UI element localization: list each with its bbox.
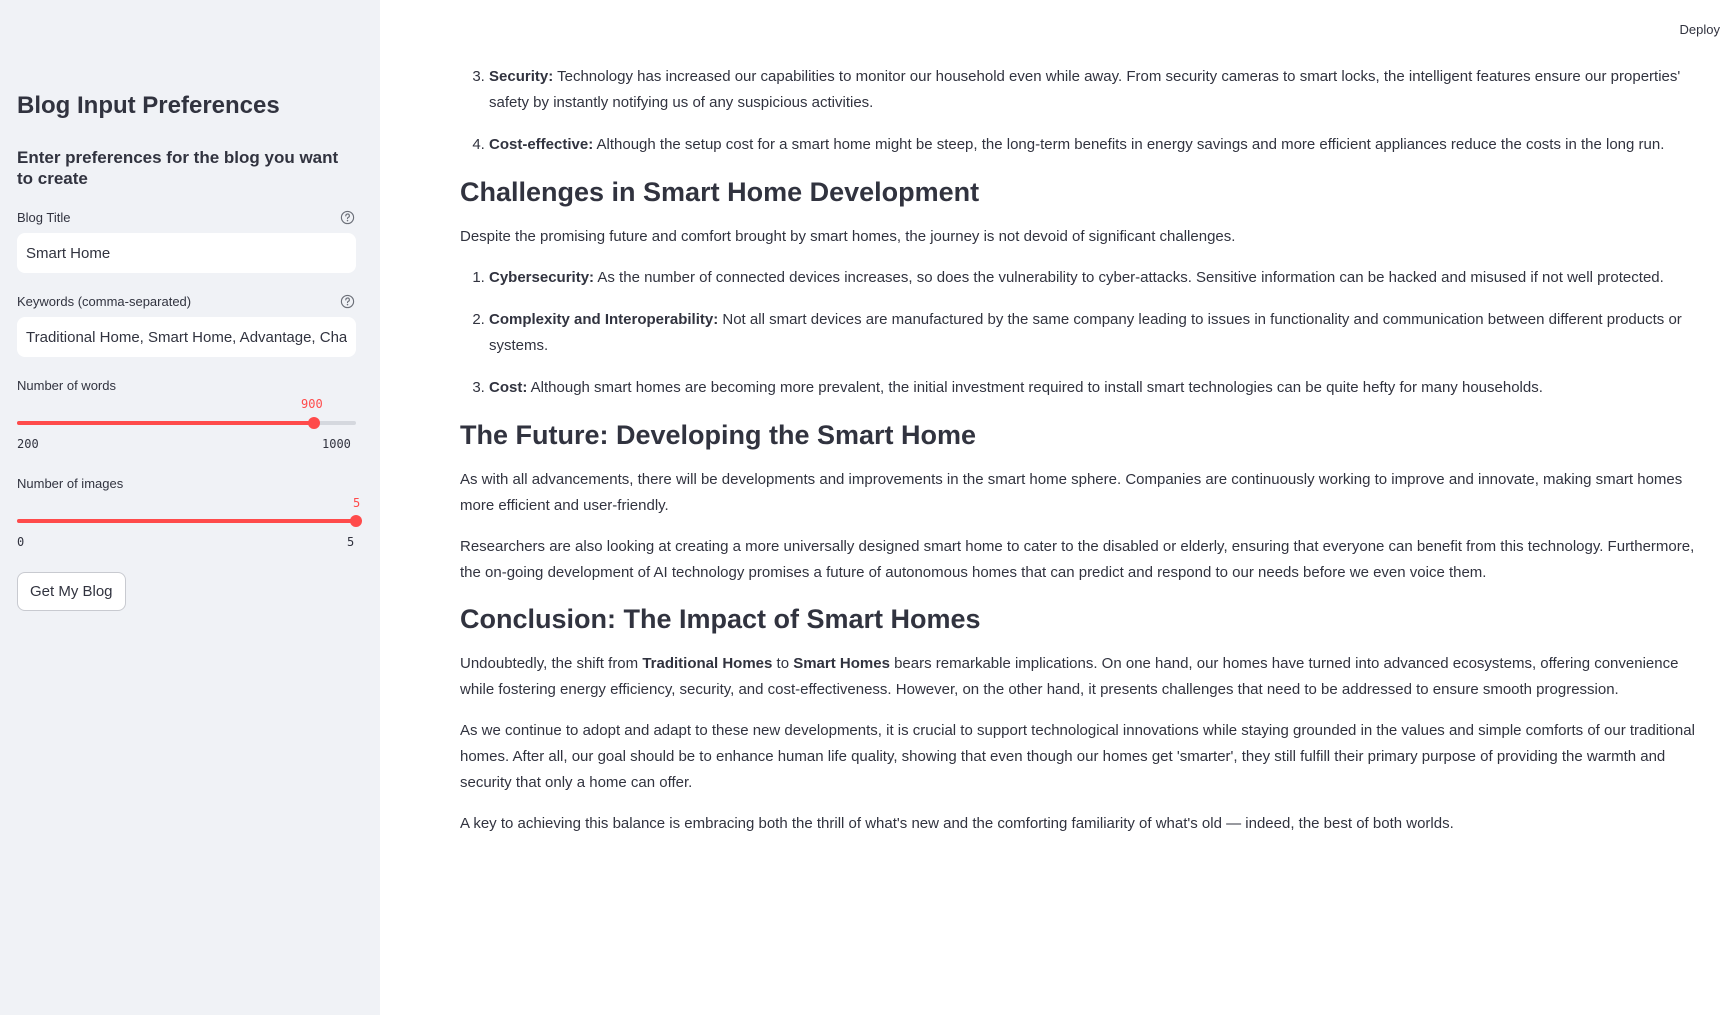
blog-title-input[interactable] [17,233,356,273]
paragraph: Despite the promising future and comfort… [460,228,1236,245]
sidebar-subtitle: Enter preferences for the blog you want … [17,148,339,188]
paragraph: As with all advancements, there will be … [460,471,1683,514]
list-item-text: As the number of connected devices incre… [594,269,1664,286]
images-slider-max: 5 [347,535,355,549]
paragraph: As we continue to adopt and adapt to the… [460,722,1695,791]
list-item-bold: Cost: [489,379,528,396]
question-circle-icon[interactable] [340,210,355,225]
words-slider-fill [17,421,314,425]
heading-challenges: Challenges in Smart Home Development [460,177,980,207]
list-item: Cybersecurity: As the number of connecte… [489,265,1702,291]
list-item: Cost: Although smart homes are becoming … [489,375,1702,401]
words-slider-track[interactable] [17,417,356,429]
words-slider-thumb[interactable] [307,417,320,429]
words-slider-min: 200 [17,437,39,451]
images-slider-min: 0 [17,535,25,549]
text-run: to [772,655,794,672]
words-slider-max: 1000 [322,437,351,451]
text-run: Undoubtedly, the shift from [460,655,643,672]
paragraph: Researchers are also looking at creating… [460,538,1695,581]
question-circle-icon[interactable] [340,294,355,309]
blog-content: Security: Technology has increased our c… [460,64,1702,852]
deploy-button[interactable]: Deploy [1680,22,1720,37]
images-slider-label: Number of images [17,476,124,491]
bold-run: Smart Homes [793,655,890,672]
images-slider-track[interactable] [17,515,362,527]
list-item-bold: Complexity and Interoperability: [489,311,719,328]
heading-conclusion: Conclusion: The Impact of Smart Homes [460,604,981,634]
list-item: Security: Technology has increased our c… [489,64,1702,116]
paragraph: Undoubtedly, the shift from Traditional … [460,651,1702,703]
images-slider-fill [17,519,356,523]
list-item-text: Although smart homes are becoming more p… [527,379,1543,396]
keywords-input[interactable] [17,317,356,357]
bold-run: Traditional Homes [642,655,773,672]
blog-title-label: Blog Title [17,210,71,225]
images-slider-value: 5 [353,496,361,510]
list-item-text: Although the setup cost for a smart home… [593,136,1665,153]
images-slider-thumb[interactable] [350,515,362,527]
list-item-bold: Cost-effective: [489,136,594,153]
challenges-list: Cybersecurity: As the number of connecte… [460,265,1702,401]
list-item-bold: Security: [489,68,554,85]
keywords-label: Keywords (comma-separated) [17,294,192,309]
list-item: Complexity and Interoperability: Not all… [489,307,1702,359]
list-item-text: Technology has increased our capabilitie… [489,68,1681,111]
words-slider-value: 900 [301,397,323,411]
sidebar: Blog Input Preferences Enter preferences… [0,0,380,1015]
list-item: Cost-effective: Although the setup cost … [489,132,1702,158]
heading-future: The Future: Developing the Smart Home [460,420,977,450]
get-my-blog-button[interactable]: Get My Blog [17,572,126,611]
words-slider-label: Number of words [17,378,116,393]
sidebar-title: Blog Input Preferences [17,92,280,119]
benefits-list: Security: Technology has increased our c… [460,64,1702,158]
list-item-bold: Cybersecurity: [489,269,595,286]
paragraph: A key to achieving this balance is embra… [460,815,1454,832]
